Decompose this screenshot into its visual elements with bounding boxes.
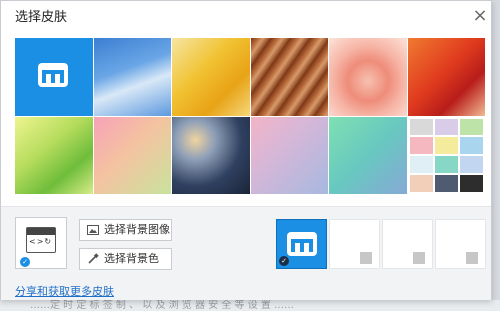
skin-tile-night-bokeh[interactable]: [172, 116, 250, 194]
color-swatch: [409, 118, 433, 136]
choose-color-label: 选择背景色: [104, 252, 159, 265]
color-swatch: [459, 137, 483, 155]
color-swatch: [434, 137, 458, 155]
choose-background-image-button[interactable]: 选择背景图像: [79, 219, 172, 241]
eyedropper-icon: [88, 253, 99, 264]
skin-tile-green-leaf[interactable]: [15, 116, 93, 194]
dialog-title: 选择皮肤: [15, 10, 68, 25]
placeholder-square-icon: [413, 252, 425, 264]
color-swatch: [459, 156, 483, 174]
skin-tile-blue-sky[interactable]: [93, 38, 171, 116]
background-window-edge: [492, 0, 500, 300]
skin-dialog: 选择皮肤 × <>↻ ✓ 选择背景图像 选择背景色 ✓ 分享和获取更多皮肤: [0, 0, 492, 300]
skin-tile-mint-gradient[interactable]: [329, 116, 407, 194]
skin-tile-wood-texture[interactable]: [250, 38, 328, 116]
custom-skin-slot[interactable]: [382, 219, 433, 269]
close-icon[interactable]: ×: [471, 7, 489, 25]
custom-skin-slot-selected[interactable]: ✓: [276, 219, 327, 269]
current-skin-preview: <>↻ ✓: [15, 217, 67, 269]
share-more-skins-link[interactable]: 分享和获取更多皮肤: [15, 285, 114, 298]
color-swatch: [459, 175, 483, 192]
color-swatch: [409, 156, 433, 174]
maxthon-logo-icon: [287, 232, 317, 256]
skin-tile-pink-flower[interactable]: [329, 38, 407, 116]
color-swatch: [434, 175, 458, 192]
choose-image-label: 选择背景图像: [104, 223, 170, 236]
skin-tile-color-palette[interactable]: [407, 116, 485, 194]
color-swatch: [459, 118, 483, 136]
check-icon: ✓: [20, 257, 30, 267]
skin-tile-red-leaves[interactable]: [407, 38, 485, 116]
color-swatch: [409, 175, 433, 192]
skin-tile-yellow-leaf[interactable]: [172, 38, 250, 116]
placeholder-square-icon: [466, 252, 478, 264]
browser-window-icon: <>↻: [26, 227, 56, 253]
placeholder-square-icon: [360, 252, 372, 264]
selected-check-icon: ✓: [279, 256, 289, 266]
palette-swatches: [409, 118, 484, 192]
skin-tile-pastel-gradient[interactable]: [93, 116, 171, 194]
background-page-text: ……定 时 定 标 签 制 、 以 及 浏 览 器 安 全 等 设 置 ……: [30, 300, 295, 311]
skin-tile-default-max[interactable]: [15, 38, 93, 116]
skin-grid: [15, 38, 485, 194]
choose-background-color-button[interactable]: 选择背景色: [79, 248, 172, 270]
color-swatch: [434, 156, 458, 174]
image-icon: [87, 225, 99, 235]
custom-skin-slot[interactable]: [329, 219, 380, 269]
custom-skin-slot[interactable]: [435, 219, 486, 269]
color-swatch: [409, 137, 433, 155]
skin-tile-lavender-gradient[interactable]: [250, 116, 328, 194]
color-swatch: [434, 118, 458, 136]
maxthon-logo-icon: [38, 63, 68, 87]
